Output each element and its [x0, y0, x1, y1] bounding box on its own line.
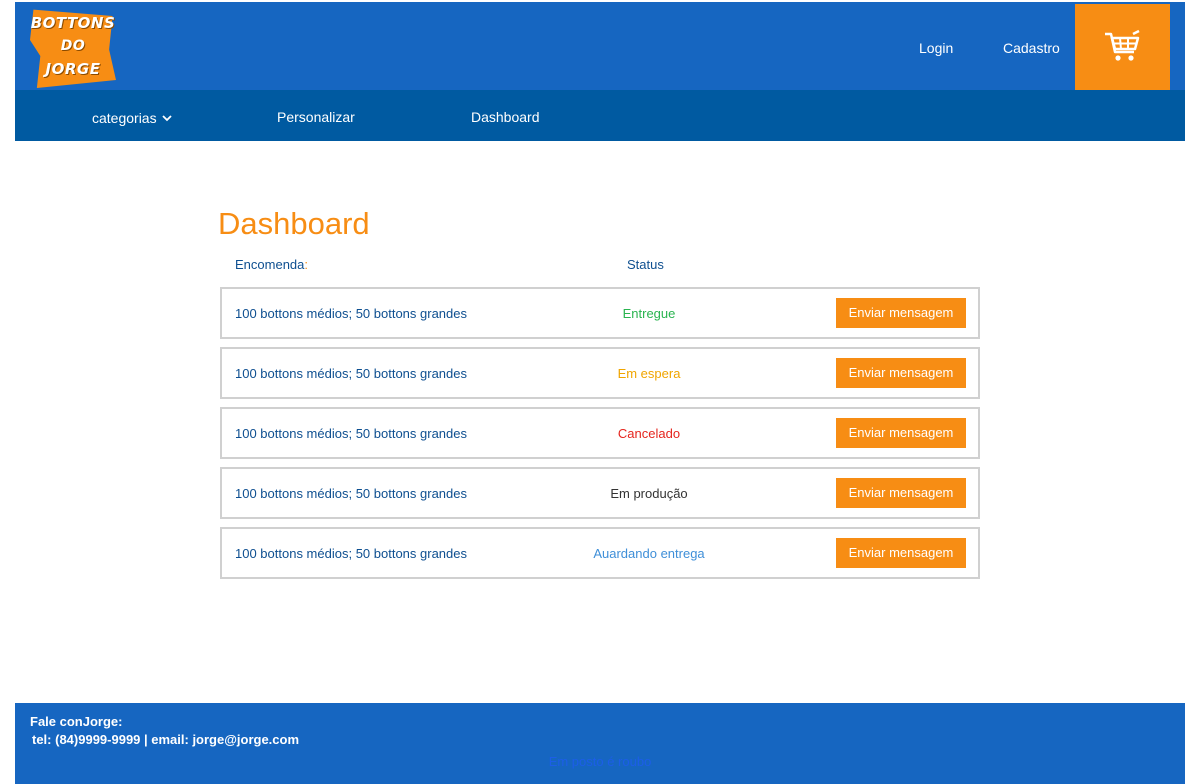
login-link[interactable]: Login [919, 40, 953, 56]
order-row: 100 bottons médios; 50 bottons grandes Em… [220, 347, 980, 399]
order-status: Cancelado [617, 426, 681, 441]
order-description: 100 bottons médios; 50 bottons grandes [235, 366, 467, 381]
order-description: 100 bottons médios; 50 bottons grandes [235, 426, 467, 441]
logo-line-3: JORGE [45, 60, 101, 78]
shopping-cart-icon [1105, 29, 1140, 61]
order-status: Entregue [622, 306, 676, 321]
nav-dashboard[interactable]: Dashboard [471, 109, 540, 125]
logo-line-1: BOTTONS [30, 14, 116, 32]
page: BOTTONS DO JORGE Login Cadastro categori… [15, 0, 1185, 784]
footer: Fale conJorge: tel: (84)9999-9999 | emai… [15, 703, 1185, 784]
cadastro-link[interactable]: Cadastro [1003, 40, 1060, 56]
footer-slogan: Em posto é roubo [548, 754, 652, 769]
logo[interactable]: BOTTONS DO JORGE [30, 8, 116, 88]
order-row: 100 bottons médios; 50 bottons grandes En… [220, 287, 980, 339]
footer-contact-title: Fale conJorge: [30, 714, 123, 729]
nav-categorias[interactable]: categorias [92, 109, 172, 126]
column-header-colon: : [304, 257, 309, 272]
page-title: Dashboard [218, 206, 370, 241]
column-header-encomenda: Encomenda: [235, 257, 308, 272]
nav-categorias-label: categorias [92, 110, 157, 126]
nav-personalizar[interactable]: Personalizar [277, 109, 355, 125]
navbar: categorias Personalizar Dashboard [15, 90, 1185, 141]
logo-line-2: DO [60, 38, 86, 54]
column-header-encomenda-label: Encomenda [235, 257, 305, 272]
send-message-button[interactable]: Enviar mensagem [836, 358, 966, 388]
order-row: 100 bottons médios; 50 bottons grandes Em… [220, 467, 980, 519]
column-header-status: Status [627, 257, 664, 272]
send-message-button[interactable]: Enviar mensagem [836, 298, 966, 328]
order-description: 100 bottons médios; 50 bottons grandes [235, 546, 467, 561]
order-description: 100 bottons médios; 50 bottons grandes [235, 306, 467, 321]
cart-button[interactable] [1075, 4, 1170, 92]
send-message-button[interactable]: Enviar mensagem [836, 478, 966, 508]
footer-contact-line: tel: (84)9999-9999 | email: jorge@jorge.… [32, 732, 300, 747]
send-message-button[interactable]: Enviar mensagem [836, 418, 966, 448]
order-status: Em produção [610, 486, 688, 501]
order-description: 100 bottons médios; 50 bottons grandes [235, 486, 467, 501]
header: BOTTONS DO JORGE Login Cadastro [15, 2, 1185, 92]
header-top-gap [395, 0, 1185, 2]
order-status: Auardando entrega [593, 546, 705, 561]
order-row: 100 bottons médios; 50 bottons grandes Ca… [220, 407, 980, 459]
order-status: Em espera [617, 366, 681, 381]
send-message-button[interactable]: Enviar mensagem [836, 538, 966, 568]
order-row: 100 bottons médios; 50 bottons grandes Au… [220, 527, 980, 579]
chevron-down-icon [161, 109, 172, 125]
